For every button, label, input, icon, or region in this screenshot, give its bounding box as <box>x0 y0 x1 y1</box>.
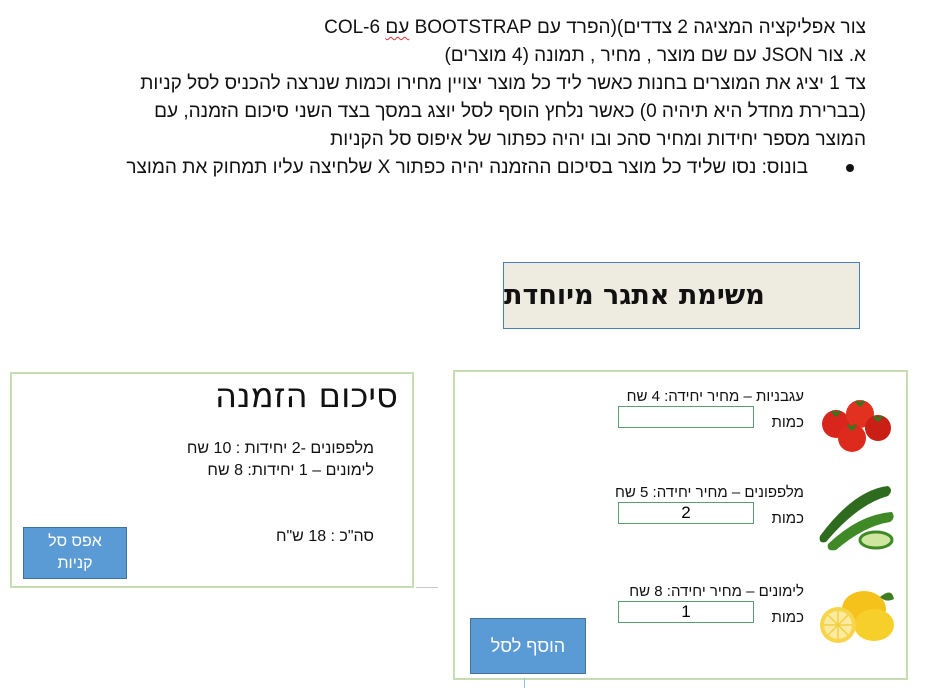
quantity-input[interactable] <box>618 502 754 524</box>
product-item-lemons: לימונים – מחיר יחידה: 8 שח כמות <box>596 579 896 659</box>
instruction-line-4: (בברירת מחדל היא תיהיה 0) כאשר נלחץ הוסף… <box>154 101 866 122</box>
cucumber-icon <box>819 486 894 551</box>
challenge-title: משימת אתגר מיוחדת <box>504 280 765 311</box>
reset-cart-button[interactable]: אפס סל קניות <box>23 527 127 579</box>
product-name: לימונים – מחיר יחידה: 8 שח <box>629 583 804 600</box>
order-summary-panel: סיכום הזמנה מלפפונים -2 יחידות : 10 שח ל… <box>10 372 414 588</box>
bullet-icon <box>846 164 854 172</box>
tomato-icon <box>822 399 891 452</box>
product-item-cucumbers: מלפפונים – מחיר יחידה: 5 שח כמות <box>596 480 896 560</box>
product-item-tomatoes: עגבניות – מחיר יחידה: 4 שח כמות <box>596 384 896 464</box>
divider <box>524 678 525 688</box>
quantity-label: כמות <box>771 510 804 527</box>
add-to-cart-button[interactable]: הוסף לסל <box>470 618 586 674</box>
products-panel: עגבניות – מחיר יחידה: 4 שח כמות מלפפונים… <box>453 370 908 680</box>
summary-line: מלפפונים -2 יחידות : 10 שח <box>186 440 374 457</box>
instruction-line-2: א. צור JSON עם שם מוצר , מחיר , תמונה (4… <box>444 45 866 66</box>
instructions-text: צור אפליקציה המציגה 2 צדדים)(הפרד עם BOO… <box>60 14 866 182</box>
summary-total: סה"כ : 18 ש"ח <box>275 528 374 545</box>
divider <box>416 587 438 588</box>
instruction-line-1: צור אפליקציה המציגה 2 צדדים)(הפרד עם BOO… <box>324 17 866 38</box>
quantity-input[interactable] <box>618 601 754 623</box>
product-name: עגבניות – מחיר יחידה: 4 שח <box>626 388 804 405</box>
quantity-label: כמות <box>771 414 804 431</box>
instruction-line-3: צד 1 יציג את המוצרים בחנות כאשר ליד כל מ… <box>140 73 866 94</box>
quantity-input[interactable] <box>618 406 754 428</box>
product-name: מלפפונים – מחיר יחידה: 5 שח <box>615 484 804 501</box>
summary-title: סיכום הזמנה <box>214 376 398 416</box>
summary-line: לימונים – 1 יחידות: 8 שח <box>207 462 374 479</box>
summary-lines: מלפפונים -2 יחידות : 10 שח לימונים – 1 י… <box>187 438 374 482</box>
lemon-icon <box>820 591 894 643</box>
instruction-line-5: המוצר מספר יחידות ומחיר סהכ ובו יהיה כפת… <box>330 129 866 150</box>
bonus-item: בונוס: נסו שליד כל מוצר בסיכום ההזמנה יה… <box>60 154 866 182</box>
quantity-label: כמות <box>771 609 804 626</box>
reset-button-label: אפס סל קניות <box>48 533 102 572</box>
challenge-banner: משימת אתגר מיוחדת <box>503 262 860 329</box>
